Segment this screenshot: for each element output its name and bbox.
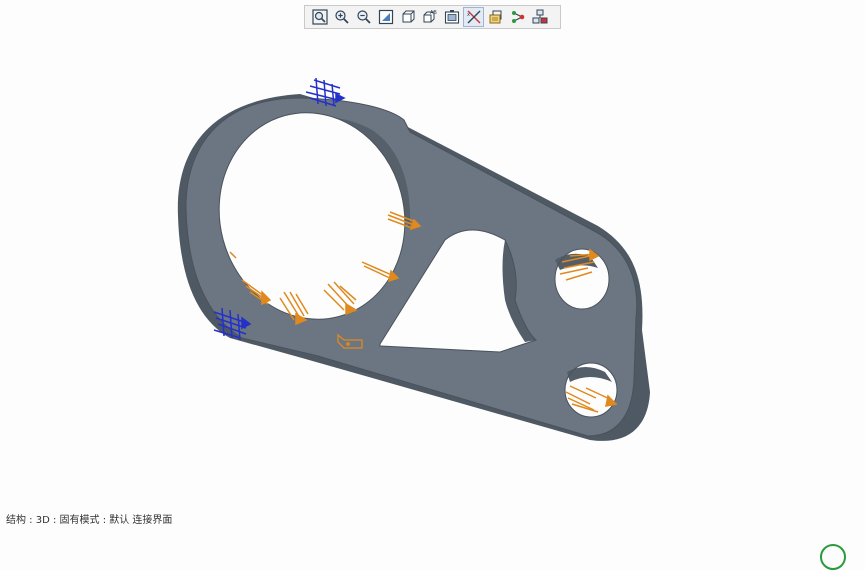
repaint-button[interactable]	[375, 7, 396, 27]
annotation-display-icon	[489, 10, 501, 24]
saved-orientations-icon: AB	[423, 10, 437, 23]
refit-view-icon	[311, 9, 328, 25]
display-style-icon	[402, 10, 414, 23]
graphics-viewport[interactable]	[0, 30, 865, 520]
zoom-out-icon	[356, 10, 371, 24]
datum-display-icon: x	[467, 10, 480, 24]
zoom-out-button[interactable]	[353, 7, 374, 27]
svg-text:x: x	[467, 12, 470, 18]
spin-center-icon	[511, 11, 524, 23]
view-toolbar: AB x	[304, 5, 561, 29]
status-bar-text: 结构 : 3D : 固有模式 : 默认 连接界面	[6, 515, 173, 526]
svg-text:AB: AB	[430, 10, 437, 16]
simulation-display-button[interactable]	[529, 7, 550, 27]
zoom-in-button[interactable]	[331, 7, 352, 27]
saved-orientations-button[interactable]: AB	[419, 7, 440, 27]
spin-center-button[interactable]	[507, 7, 528, 27]
datum-display-button[interactable]: x	[463, 7, 484, 27]
status-indicator-icon	[820, 544, 846, 570]
annotation-display-button[interactable]	[485, 7, 506, 27]
view-manager-icon	[444, 10, 459, 24]
view-manager-button[interactable]	[441, 7, 462, 27]
refit-button[interactable]	[309, 7, 330, 27]
simulation-display-icon	[532, 9, 547, 24]
bracket-part[interactable]	[177, 92, 650, 441]
part-model[interactable]	[0, 30, 865, 520]
display-style-button[interactable]	[397, 7, 418, 27]
repaint-icon	[378, 9, 393, 25]
zoom-in-icon	[334, 10, 349, 24]
